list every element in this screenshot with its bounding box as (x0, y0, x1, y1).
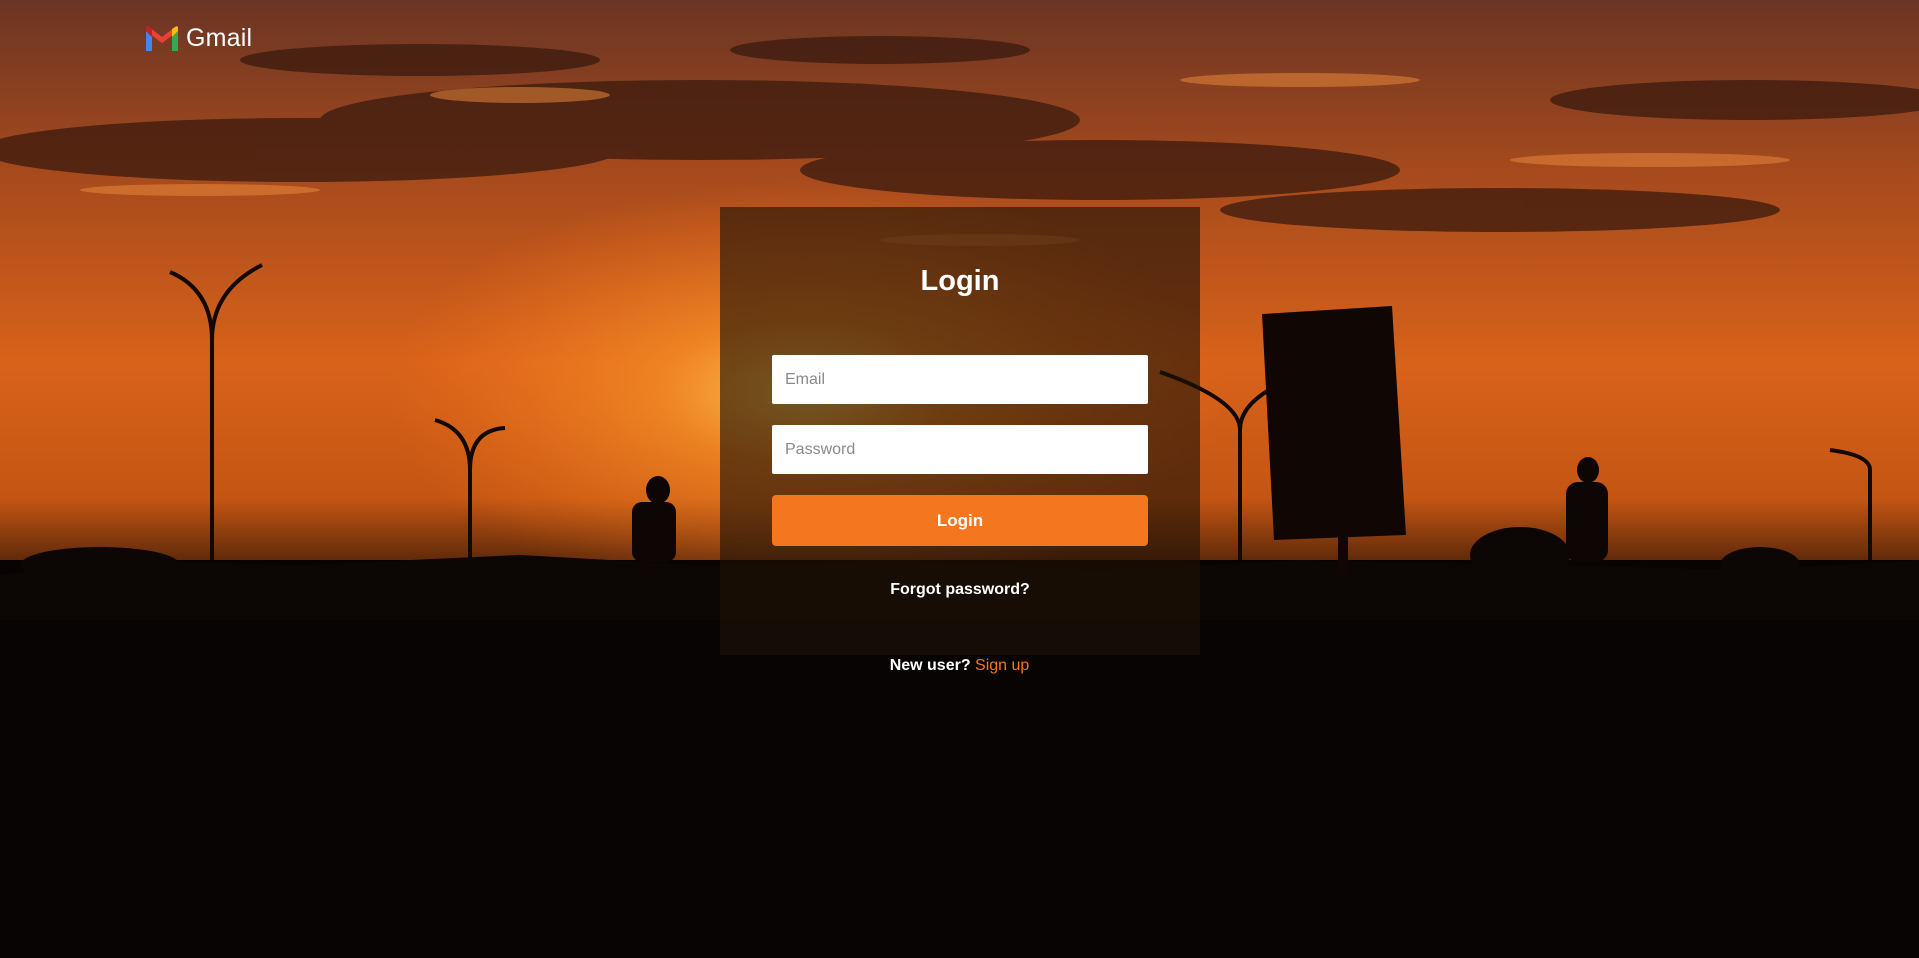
gmail-logo[interactable]: Gmail (144, 24, 252, 53)
login-card: Login Login Forgot password? (720, 207, 1200, 655)
login-title: Login (920, 265, 1000, 297)
logo-text: Gmail (186, 24, 253, 52)
login-button[interactable]: Login (772, 495, 1148, 546)
gmail-m-icon (146, 25, 178, 51)
signup-prompt: New user? (889, 657, 976, 674)
forgot-password-link[interactable]: Forgot password? (720, 581, 1200, 599)
email-input[interactable] (772, 355, 1148, 404)
login-page: Gmail Login Login Forgot password? New u… (0, 0, 1919, 958)
signup-row: New user? Sign up (0, 657, 1919, 675)
password-input[interactable] (772, 425, 1148, 474)
signup-link[interactable]: Sign up (975, 657, 1029, 674)
